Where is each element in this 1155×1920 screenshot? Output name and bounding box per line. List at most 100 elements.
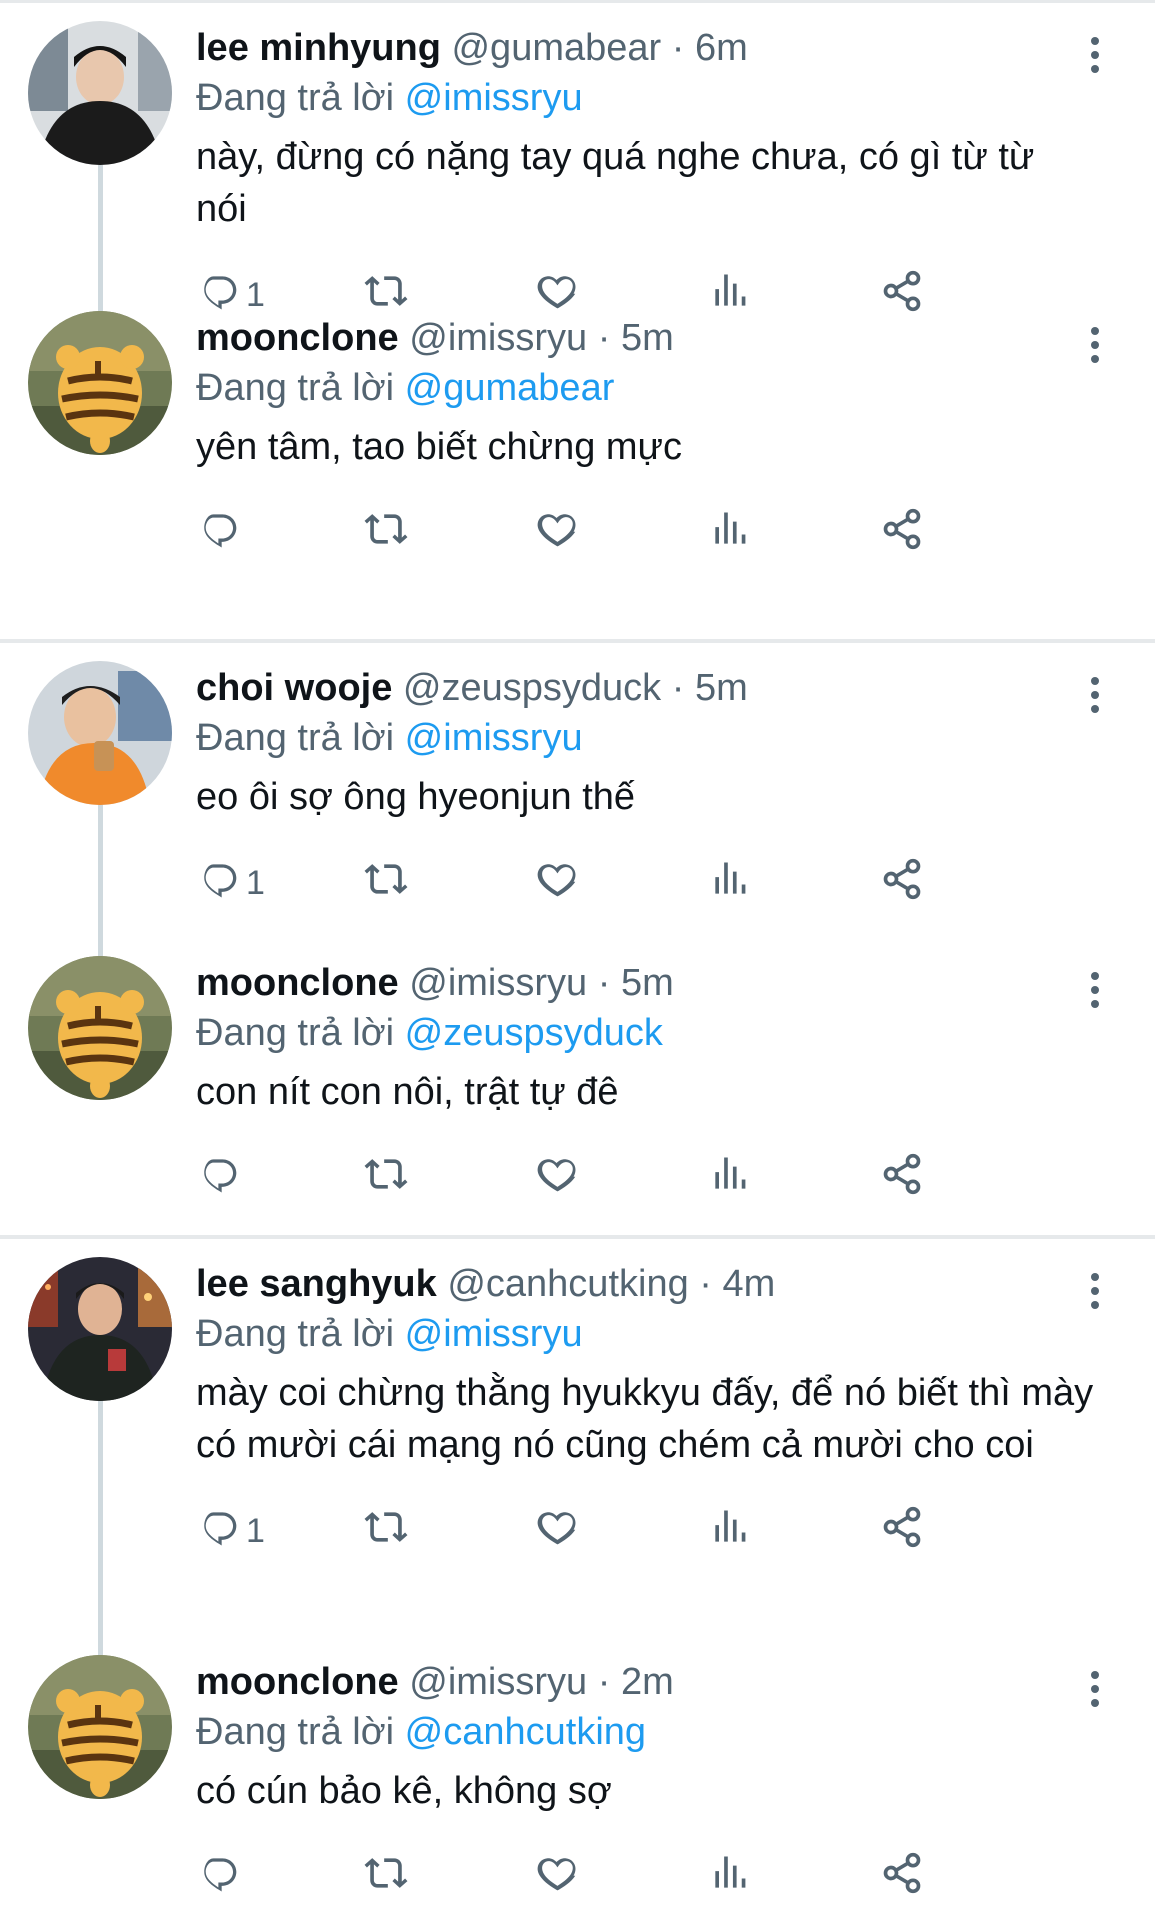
tweet-body: moonclone @imissryu · 5m Đang trả lời @g…	[172, 293, 1115, 639]
tweet[interactable]: moonclone @imissryu · 5m Đang trả lời @z…	[0, 938, 1155, 1235]
heart-icon	[536, 1505, 580, 1558]
share-button[interactable]	[880, 1847, 924, 1907]
reply-feed: lee minhyung @gumabear · 6m Đang trả lời…	[0, 0, 1155, 1920]
like-button[interactable]	[536, 853, 580, 913]
timestamp[interactable]: 4m	[723, 1263, 776, 1305]
retweet-button[interactable]	[364, 1847, 408, 1907]
tweet-header: moonclone @imissryu · 2m	[196, 1657, 1115, 1707]
timestamp[interactable]: 2m	[621, 1661, 674, 1703]
avatar-column	[28, 1239, 172, 1637]
reply-button[interactable]	[196, 503, 240, 563]
tweet[interactable]: moonclone @imissryu · 5m Đang trả lời @g…	[0, 293, 1155, 639]
more-icon[interactable]	[1075, 1667, 1115, 1711]
user-handle[interactable]: @gumabear	[451, 27, 661, 69]
user-handle[interactable]: @zeuspsyduck	[403, 667, 661, 709]
views-button[interactable]	[708, 853, 752, 913]
separator-dot: ·	[597, 962, 611, 1004]
avatar[interactable]	[28, 21, 172, 165]
user-handle[interactable]: @canhcutking	[447, 1263, 688, 1305]
like-button[interactable]	[536, 1148, 580, 1208]
timestamp[interactable]: 5m	[621, 962, 674, 1004]
share-button[interactable]	[880, 1148, 924, 1208]
tweet[interactable]: choi wooje @zeuspsyduck · 5m Đang trả lờ…	[0, 643, 1155, 938]
more-icon[interactable]	[1075, 968, 1115, 1012]
conversation-thread: lee sanghyuk @canhcutking · 4m Đang trả …	[0, 1239, 1155, 1920]
like-button[interactable]	[536, 1847, 580, 1907]
more-icon[interactable]	[1075, 673, 1115, 717]
avatar[interactable]	[28, 956, 172, 1100]
tweet-text: này, đừng có nặng tay quá nghe chưa, có …	[196, 136, 1035, 230]
reply-button[interactable]: 1	[196, 853, 265, 913]
tweet-header: moonclone @imissryu · 5m	[196, 958, 1115, 1008]
retweet-icon	[364, 857, 408, 910]
reply-button[interactable]: 1	[196, 1501, 265, 1561]
reply-button[interactable]	[196, 1148, 240, 1208]
tweet-header: choi wooje @zeuspsyduck · 5m	[196, 663, 1115, 713]
user-handle[interactable]: @imissryu	[409, 962, 587, 1004]
reply-icon	[196, 507, 240, 560]
replying-to-link[interactable]: @imissryu	[405, 1313, 583, 1355]
tweet-header: lee sanghyuk @canhcutking · 4m	[196, 1259, 1115, 1309]
views-button[interactable]	[708, 1501, 752, 1561]
action-bar: 1	[196, 853, 1115, 913]
share-icon	[880, 507, 924, 560]
timestamp[interactable]: 5m	[695, 667, 748, 709]
like-button[interactable]	[536, 503, 580, 563]
more-icon[interactable]	[1075, 1269, 1115, 1313]
avatar-column	[28, 293, 172, 639]
tweet-body: moonclone @imissryu · 5m Đang trả lời @z…	[172, 938, 1115, 1235]
views-button[interactable]	[708, 1847, 752, 1907]
retweet-icon	[364, 1851, 408, 1904]
replying-to-link[interactable]: @imissryu	[405, 77, 583, 119]
action-bar	[196, 1847, 1115, 1907]
tweet[interactable]: moonclone @imissryu · 2m Đang trả lời @c…	[0, 1637, 1155, 1920]
replying-to-link[interactable]: @zeuspsyduck	[405, 1012, 663, 1054]
avatar[interactable]	[28, 311, 172, 455]
retweet-button[interactable]	[364, 503, 408, 563]
display-name[interactable]: moonclone	[196, 962, 399, 1004]
replying-to-link[interactable]: @canhcutking	[405, 1711, 646, 1753]
retweet-button[interactable]	[364, 1148, 408, 1208]
views-icon	[708, 857, 752, 910]
replying-to-link[interactable]: @imissryu	[405, 717, 583, 759]
retweet-button[interactable]	[364, 1501, 408, 1561]
replying-to-label: Đang trả lời	[196, 77, 395, 119]
heart-icon	[536, 1851, 580, 1904]
separator-dot: ·	[671, 667, 685, 709]
display-name[interactable]: moonclone	[196, 317, 399, 359]
reply-icon	[196, 1505, 240, 1558]
avatar[interactable]	[28, 1257, 172, 1401]
thread-connector	[98, 798, 103, 938]
more-icon[interactable]	[1075, 33, 1115, 77]
display-name[interactable]: moonclone	[196, 1661, 399, 1703]
heart-icon	[536, 857, 580, 910]
display-name[interactable]: lee sanghyuk	[196, 1263, 437, 1305]
avatar[interactable]	[28, 1655, 172, 1799]
thread-connector	[98, 1394, 103, 1637]
share-button[interactable]	[880, 1501, 924, 1561]
reply-button[interactable]	[196, 1847, 240, 1907]
user-handle[interactable]: @imissryu	[409, 317, 587, 359]
share-button[interactable]	[880, 503, 924, 563]
display-name[interactable]: choi wooje	[196, 667, 392, 709]
views-button[interactable]	[708, 503, 752, 563]
tweet-text: eo ôi sợ ông hyeonjun thế	[196, 776, 636, 818]
tweet[interactable]: lee sanghyuk @canhcutking · 4m Đang trả …	[0, 1239, 1155, 1637]
replying-to-link[interactable]: @gumabear	[405, 367, 615, 409]
share-icon	[880, 857, 924, 910]
like-button[interactable]	[536, 1501, 580, 1561]
reply-count: 1	[246, 1511, 265, 1550]
more-icon[interactable]	[1075, 323, 1115, 367]
retweet-button[interactable]	[364, 853, 408, 913]
timestamp[interactable]: 5m	[621, 317, 674, 359]
timestamp[interactable]: 6m	[695, 27, 748, 69]
display-name[interactable]: lee minhyung	[196, 27, 441, 69]
thread-connector	[98, 1637, 103, 1655]
replying-to-label: Đang trả lời	[196, 1313, 395, 1355]
views-button[interactable]	[708, 1148, 752, 1208]
user-handle[interactable]: @imissryu	[409, 1661, 587, 1703]
avatar[interactable]	[28, 661, 172, 805]
tweet[interactable]: lee minhyung @gumabear · 6m Đang trả lời…	[0, 3, 1155, 314]
share-button[interactable]	[880, 853, 924, 913]
replying-to-label: Đang trả lời	[196, 717, 395, 759]
